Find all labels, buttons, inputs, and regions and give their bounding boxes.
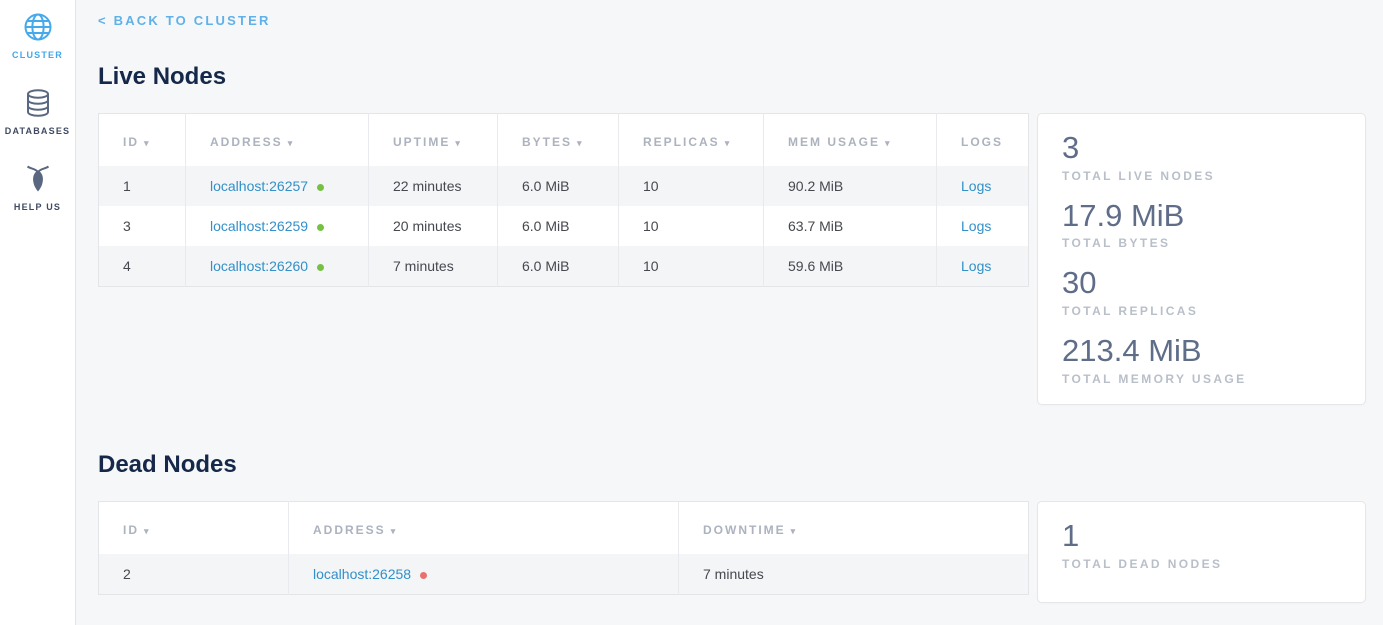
node-address-cell: localhost:26258	[289, 554, 679, 595]
node-bytes-cell: 6.0 MiB	[498, 206, 619, 246]
stat-value: 17.9 MiB	[1062, 198, 1341, 234]
node-downtime-cell: 7 minutes	[679, 554, 1029, 595]
sort-arrow-icon: ▾	[577, 138, 584, 148]
globe-icon	[21, 10, 55, 44]
node-mem-cell: 59.6 MiB	[764, 246, 937, 287]
node-replicas-cell: 10	[619, 166, 764, 206]
node-mem-cell: 63.7 MiB	[764, 206, 937, 246]
dead-nodes-title: Dead Nodes	[98, 451, 1366, 479]
dead-nodes-section: ID▾ ADDRESS▾ DOWNTIME▾ 2 localhost:26258…	[98, 501, 1366, 603]
database-icon	[21, 86, 55, 120]
stat-value: 3	[1062, 130, 1341, 166]
column-header-id[interactable]: ID▾	[99, 502, 289, 555]
stat-total-memory-usage: 213.4 MiB TOTAL MEMORY USAGE	[1062, 333, 1341, 386]
node-id-cell: 3	[99, 206, 186, 246]
sort-arrow-icon: ▾	[288, 138, 295, 148]
sidebar-item-label: CLUSTER	[12, 50, 63, 60]
stat-value: 213.4 MiB	[1062, 333, 1341, 369]
node-replicas-cell: 10	[619, 206, 764, 246]
node-id-cell: 1	[99, 166, 186, 206]
logs-link[interactable]: Logs	[961, 258, 991, 274]
live-status-dot	[317, 264, 324, 271]
column-header-address[interactable]: ADDRESS▾	[186, 114, 369, 167]
node-id-cell: 2	[99, 554, 289, 595]
node-uptime-cell: 7 minutes	[369, 246, 498, 287]
table-row: 1 localhost:26257 22 minutes 6.0 MiB 10 …	[99, 166, 1029, 206]
node-address-link[interactable]: localhost:26260	[210, 258, 308, 274]
table-row: 4 localhost:26260 7 minutes 6.0 MiB 10 5…	[99, 246, 1029, 287]
node-logs-cell: Logs	[937, 206, 1029, 246]
stat-total-bytes: 17.9 MiB TOTAL BYTES	[1062, 198, 1341, 251]
node-bytes-cell: 6.0 MiB	[498, 246, 619, 287]
dead-nodes-summary-card: 1 TOTAL DEAD NODES	[1037, 501, 1366, 603]
column-header-address[interactable]: ADDRESS▾	[289, 502, 679, 555]
column-header-downtime[interactable]: DOWNTIME▾	[679, 502, 1029, 555]
cockroach-icon	[21, 162, 55, 196]
main-content: < BACK TO CLUSTER Live Nodes ID▾ ADDRESS…	[76, 0, 1383, 625]
live-nodes-summary-card: 3 TOTAL LIVE NODES 17.9 MiB TOTAL BYTES …	[1037, 113, 1366, 405]
sidebar-item-cluster[interactable]: CLUSTER	[12, 10, 63, 60]
live-nodes-section: ID▾ ADDRESS▾ UPTIME▾ BYTES▾ REPLICAS▾ ME…	[98, 113, 1366, 405]
logs-link[interactable]: Logs	[961, 178, 991, 194]
node-uptime-cell: 22 minutes	[369, 166, 498, 206]
node-mem-cell: 90.2 MiB	[764, 166, 937, 206]
sidebar-item-label: HELP US	[14, 202, 61, 212]
dead-nodes-header-row: ID▾ ADDRESS▾ DOWNTIME▾	[99, 502, 1029, 555]
live-nodes-header-row: ID▾ ADDRESS▾ UPTIME▾ BYTES▾ REPLICAS▾ ME…	[99, 114, 1029, 167]
stat-value: 30	[1062, 265, 1341, 301]
sort-arrow-icon: ▾	[791, 526, 798, 536]
sort-arrow-icon: ▾	[144, 138, 151, 148]
live-nodes-title: Live Nodes	[98, 63, 1366, 91]
sort-arrow-icon: ▾	[455, 138, 462, 148]
stat-label: TOTAL REPLICAS	[1062, 304, 1341, 318]
node-id-cell: 4	[99, 246, 186, 287]
node-replicas-cell: 10	[619, 246, 764, 287]
node-address-link[interactable]: localhost:26259	[210, 218, 308, 234]
stat-total-live-nodes: 3 TOTAL LIVE NODES	[1062, 130, 1341, 183]
column-header-logs: LOGS	[937, 114, 1029, 167]
node-address-cell: localhost:26257	[186, 166, 369, 206]
node-address-cell: localhost:26260	[186, 246, 369, 287]
column-header-mem-usage[interactable]: MEM USAGE▾	[764, 114, 937, 167]
stat-label: TOTAL BYTES	[1062, 236, 1341, 250]
node-uptime-cell: 20 minutes	[369, 206, 498, 246]
node-logs-cell: Logs	[937, 166, 1029, 206]
sort-arrow-icon: ▾	[144, 526, 151, 536]
live-status-dot	[317, 224, 324, 231]
back-to-cluster-link[interactable]: < BACK TO CLUSTER	[98, 13, 271, 28]
dead-status-dot	[420, 572, 427, 579]
table-row: 3 localhost:26259 20 minutes 6.0 MiB 10 …	[99, 206, 1029, 246]
sort-arrow-icon: ▾	[885, 138, 892, 148]
node-address-cell: localhost:26259	[186, 206, 369, 246]
stat-label: TOTAL LIVE NODES	[1062, 169, 1341, 183]
sidebar: CLUSTER DATABASES HELP US	[0, 0, 76, 625]
table-row: 2 localhost:26258 7 minutes	[99, 554, 1029, 595]
node-address-link[interactable]: localhost:26258	[313, 566, 411, 582]
back-link-label: BACK TO CLUSTER	[114, 13, 271, 28]
stat-label: TOTAL MEMORY USAGE	[1062, 372, 1341, 386]
node-logs-cell: Logs	[937, 246, 1029, 287]
live-nodes-table: ID▾ ADDRESS▾ UPTIME▾ BYTES▾ REPLICAS▾ ME…	[98, 113, 1029, 287]
column-header-bytes[interactable]: BYTES▾	[498, 114, 619, 167]
column-header-replicas[interactable]: REPLICAS▾	[619, 114, 764, 167]
sort-arrow-icon: ▾	[391, 526, 398, 536]
column-header-uptime[interactable]: UPTIME▾	[369, 114, 498, 167]
live-status-dot	[317, 184, 324, 191]
column-header-id[interactable]: ID▾	[99, 114, 186, 167]
stat-total-dead-nodes: 1 TOTAL DEAD NODES	[1062, 518, 1341, 571]
node-address-link[interactable]: localhost:26257	[210, 178, 308, 194]
sidebar-item-help-us[interactable]: HELP US	[14, 162, 61, 212]
sort-arrow-icon: ▾	[725, 138, 732, 148]
dead-nodes-table: ID▾ ADDRESS▾ DOWNTIME▾ 2 localhost:26258…	[98, 501, 1029, 595]
stat-total-replicas: 30 TOTAL REPLICAS	[1062, 265, 1341, 318]
node-bytes-cell: 6.0 MiB	[498, 166, 619, 206]
stat-value: 1	[1062, 518, 1341, 554]
logs-link[interactable]: Logs	[961, 218, 991, 234]
sidebar-item-label: DATABASES	[5, 126, 70, 136]
back-chevron-icon: <	[98, 13, 108, 28]
sidebar-item-databases[interactable]: DATABASES	[5, 86, 70, 136]
stat-label: TOTAL DEAD NODES	[1062, 557, 1341, 571]
